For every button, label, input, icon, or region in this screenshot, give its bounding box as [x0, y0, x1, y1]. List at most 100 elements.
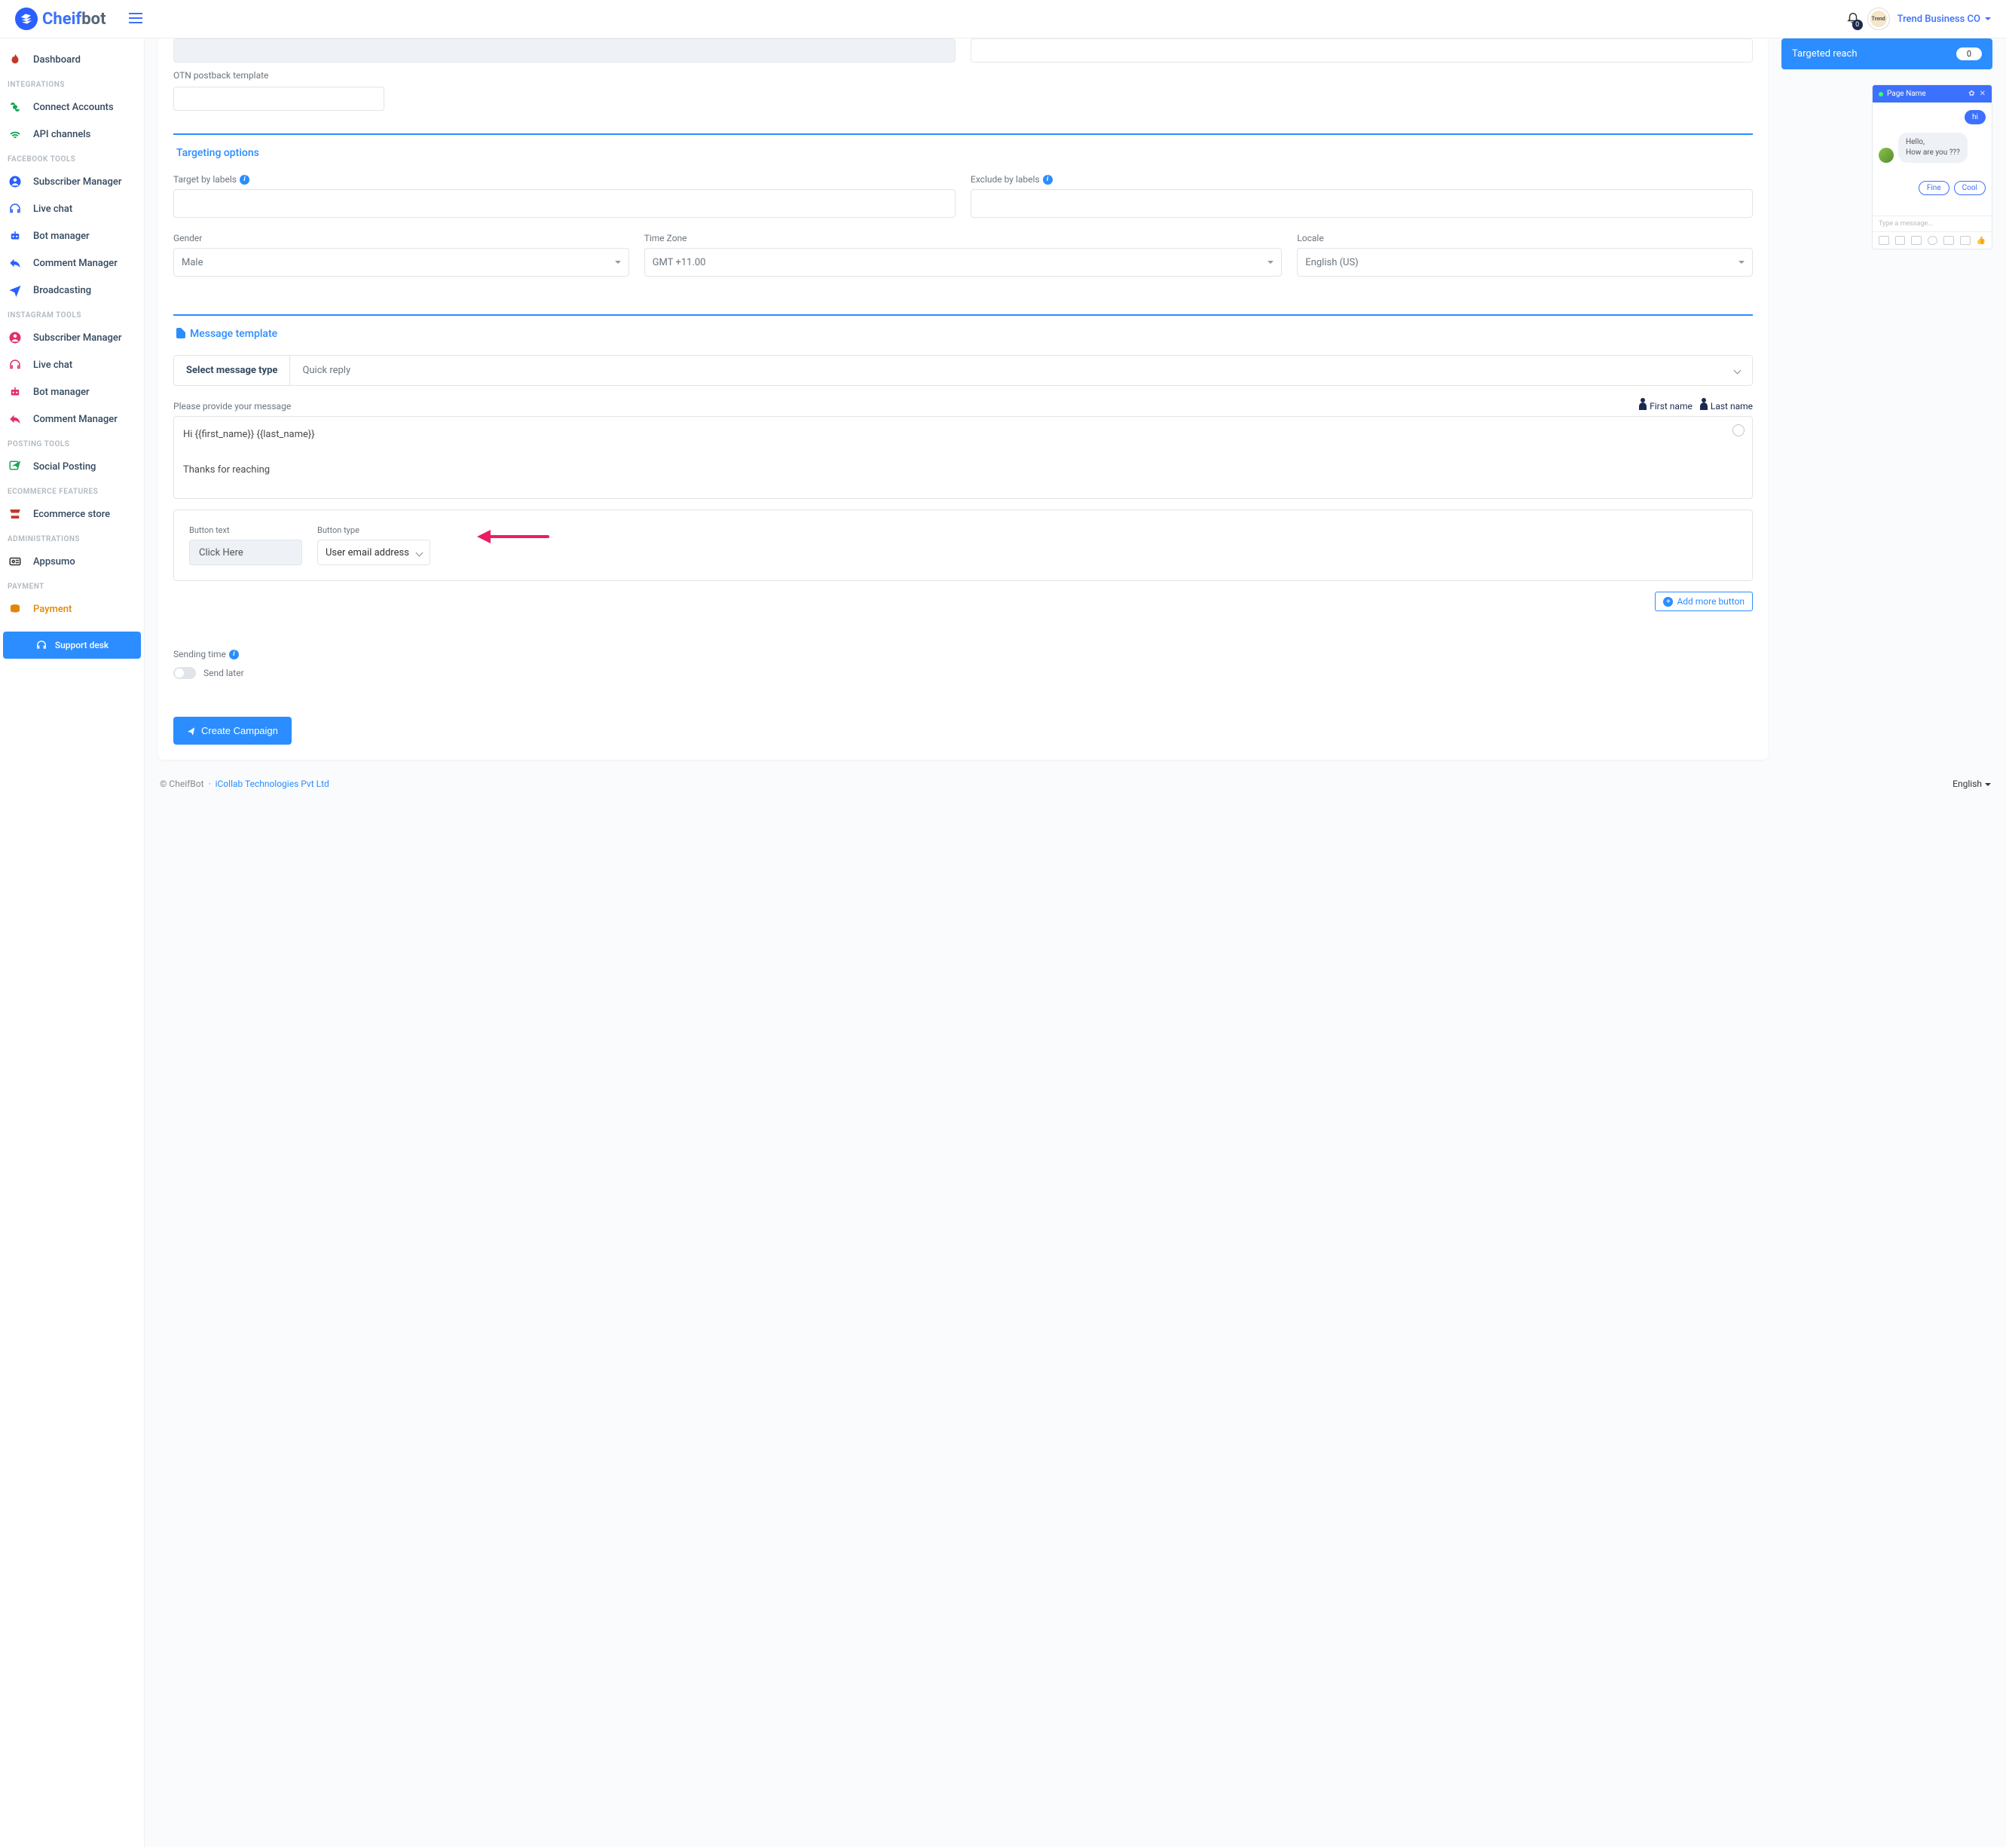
section-facebook-tools: FACEBOOK TOOLS: [0, 148, 144, 168]
badge-icon: [8, 554, 23, 569]
select-message-type-label: Select message type: [174, 356, 290, 385]
annotation-arrow: [476, 530, 551, 542]
robot-icon: [8, 228, 23, 243]
emoji-icon[interactable]: [1928, 236, 1938, 245]
hamburger-icon[interactable]: [129, 11, 142, 27]
coins-icon: [8, 601, 23, 617]
add-more-button[interactable]: +Add more button: [1655, 592, 1753, 611]
sidebar-item-fb-comment[interactable]: Comment Manager: [0, 249, 144, 277]
paper-plane-icon: [186, 726, 197, 736]
sidebar-item-fb-livechat[interactable]: Live chat: [0, 195, 144, 222]
info-icon[interactable]: i: [1043, 175, 1053, 185]
gender-label: Gender: [173, 233, 629, 243]
sidebar-item-label: Comment Manager: [33, 414, 118, 425]
logo-mark-icon: [14, 6, 40, 32]
message-textarea[interactable]: Hi {{first_name}} {{last_name}} Thanks f…: [173, 416, 1753, 499]
quick-reply-fine[interactable]: Fine: [1919, 181, 1949, 195]
reply-icon: [8, 255, 23, 271]
sidebar-item-label: Payment: [33, 604, 72, 615]
locale-select[interactable]: English (US): [1297, 248, 1753, 277]
sidebar-item-ig-livechat[interactable]: Live chat: [0, 351, 144, 378]
button-text-label: Button text: [189, 525, 302, 535]
timezone-select[interactable]: GMT +11.00: [644, 248, 1283, 277]
topbar: Cheifbot 0 Trend Trend Business CO: [0, 0, 2006, 38]
sidebar-item-ig-comment[interactable]: Comment Manager: [0, 405, 144, 433]
message-type-select[interactable]: Select message type Quick reply: [173, 355, 1753, 386]
close-icon[interactable]: ✕: [1980, 90, 1986, 98]
send-later-toggle[interactable]: [173, 667, 196, 679]
logo-text: Cheifbot: [42, 10, 106, 29]
sidebar-item-label: Live chat: [33, 203, 72, 215]
language-switch[interactable]: English: [1952, 779, 1991, 789]
section-instagram-tools: INSTAGRAM TOOLS: [0, 304, 144, 324]
message-template-title: Message template: [173, 328, 1753, 340]
quick-reply-cool[interactable]: Cool: [1954, 181, 1986, 195]
notification-bell-icon[interactable]: 0: [1846, 11, 1860, 27]
reply-icon: [8, 412, 23, 427]
sidebar-item-ig-subscriber[interactable]: Subscriber Manager: [0, 324, 144, 351]
file-icon: [176, 328, 185, 338]
sidebar-item-broadcasting[interactable]: Broadcasting: [0, 277, 144, 304]
sidebar-item-appsumo[interactable]: Appsumo: [0, 548, 144, 575]
sidebar-item-fb-subscriber[interactable]: Subscriber Manager: [0, 168, 144, 195]
support-desk-button[interactable]: Support desk: [3, 632, 141, 659]
footer-company-link[interactable]: iCollab Technologies Pvt Ltd: [216, 779, 329, 789]
message-type-value: Quick reply: [302, 365, 350, 376]
sidebar-item-connect-accounts[interactable]: Connect Accounts: [0, 93, 144, 121]
sending-time-label: Sending timei: [173, 649, 1753, 659]
target-by-input[interactable]: [173, 189, 956, 218]
pill-option-2[interactable]: [971, 38, 1753, 63]
pill-option-1[interactable]: [173, 38, 956, 63]
button-type-select[interactable]: User email address: [317, 540, 430, 565]
sidebar-item-label: Broadcasting: [33, 285, 91, 296]
send-icon: [8, 283, 23, 298]
attachment-icon[interactable]: [1943, 236, 1954, 245]
avatar[interactable]: Trend: [1867, 8, 1890, 30]
robot-icon: [8, 384, 23, 399]
thumbs-up-icon[interactable]: 👍: [1977, 237, 1986, 245]
message-line: Hi {{first_name}} {{last_name}}: [183, 426, 1743, 443]
store-icon: [8, 506, 23, 522]
emoji-icon[interactable]: [1732, 424, 1745, 436]
center-card: OTN postback template Targeting options …: [158, 38, 1768, 760]
info-icon[interactable]: i: [229, 650, 239, 659]
chat-preview: Page Name ✿✕ hi Hello,How are you ??? Fi…: [1872, 84, 1992, 249]
camera-icon[interactable]: [1960, 236, 1971, 245]
sidebar-item-label: Live chat: [33, 360, 72, 371]
chevron-down-icon: [1734, 367, 1741, 375]
sidebar-item-api-channels[interactable]: API channels: [0, 121, 144, 148]
sidebar-item-label: Bot manager: [33, 387, 90, 398]
locale-label: Locale: [1297, 233, 1753, 243]
insert-first-name-button[interactable]: First name: [1639, 401, 1693, 412]
sidebar-item-label: Ecommerce store: [33, 509, 110, 520]
sticker-icon[interactable]: [1895, 236, 1906, 245]
gender-select[interactable]: Male: [173, 248, 629, 277]
chat-input[interactable]: Type a message...: [1873, 216, 1992, 231]
account-switch[interactable]: Trend Business CO: [1897, 14, 1991, 25]
sidebar-item-label: Connect Accounts: [33, 102, 114, 113]
exclude-by-input[interactable]: [971, 189, 1753, 218]
create-campaign-button[interactable]: Create Campaign: [173, 717, 292, 745]
sidebar-item-payment[interactable]: Payment: [0, 595, 144, 623]
button-text-input[interactable]: Click Here: [189, 540, 302, 565]
sidebar-item-ig-botmanager[interactable]: Bot manager: [0, 378, 144, 405]
sidebar: Dashboard INTEGRATIONS Connect Accounts …: [0, 38, 145, 1847]
otn-input[interactable]: [173, 87, 384, 111]
insert-last-name-button[interactable]: Last name: [1700, 401, 1753, 412]
main-content: OTN postback template Targeting options …: [145, 38, 2006, 1847]
sidebar-item-dashboard[interactable]: Dashboard: [0, 46, 144, 73]
targeted-reach-bar: Targeted reach 0: [1781, 38, 1992, 69]
sidebar-item-fb-botmanager[interactable]: Bot manager: [0, 222, 144, 249]
image-icon[interactable]: [1879, 236, 1889, 245]
sidebar-item-social-posting[interactable]: Social Posting: [0, 453, 144, 480]
gear-icon[interactable]: ✿: [1968, 90, 1974, 98]
provide-message-label: Please provide your message: [173, 401, 291, 412]
sidebar-item-ecommerce-store[interactable]: Ecommerce store: [0, 500, 144, 528]
gif-icon[interactable]: [1911, 236, 1922, 245]
notification-count: 0: [1852, 20, 1863, 30]
message-line: Thanks for reaching: [183, 461, 1743, 479]
link-icon: [8, 99, 23, 115]
section-integrations: INTEGRATIONS: [0, 73, 144, 93]
info-icon[interactable]: i: [240, 175, 249, 185]
logo[interactable]: Cheifbot: [15, 8, 106, 30]
